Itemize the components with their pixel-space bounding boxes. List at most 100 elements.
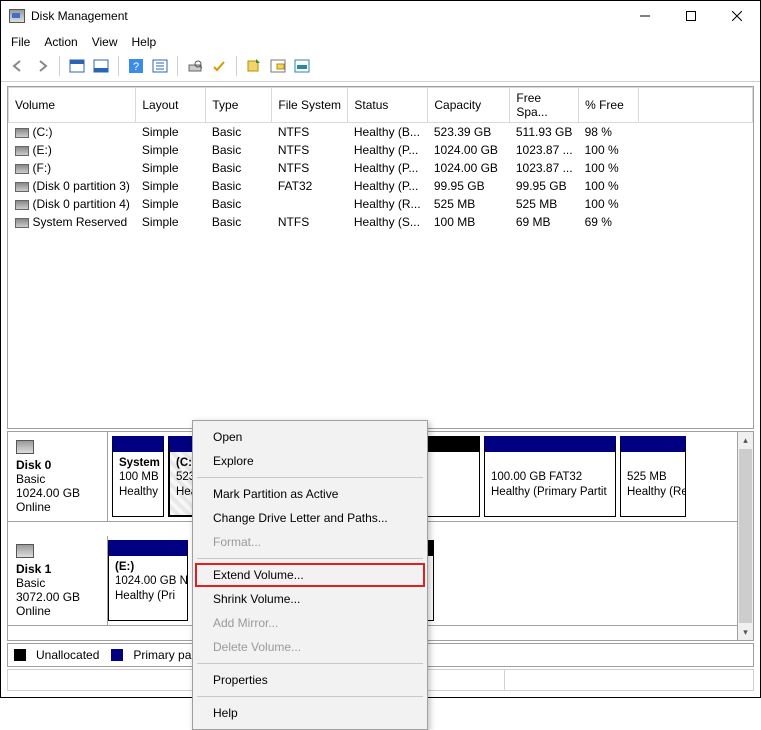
forward-button[interactable]	[31, 55, 53, 77]
table-cell: 100 %	[579, 159, 639, 177]
context-menu-item[interactable]: Mark Partition as Active	[195, 482, 425, 506]
scroll-down-icon[interactable]: ▾	[738, 624, 753, 640]
partition-status: Healthy (Re	[627, 485, 679, 499]
context-menu[interactable]: OpenExplore Mark Partition as ActiveChang…	[192, 420, 428, 730]
legend-label-unallocated: Unallocated	[36, 648, 99, 662]
action1-icon[interactable]	[243, 55, 265, 77]
column-header[interactable]: Capacity	[428, 88, 510, 123]
table-cell: 1023.87 ...	[510, 141, 579, 159]
partition-primary[interactable]: 100.00 GB FAT32Healthy (Primary Partit	[484, 436, 616, 517]
table-cell: Healthy (P...	[348, 177, 428, 195]
maximize-button[interactable]	[668, 1, 714, 31]
context-menu-item: Add Mirror...	[195, 611, 425, 635]
table-row[interactable]: (E:)SimpleBasicNTFSHealthy (P...1024.00 …	[9, 141, 753, 159]
column-header[interactable]: File System	[272, 88, 348, 123]
action3-icon[interactable]	[291, 55, 313, 77]
legend-swatch-primary	[111, 649, 123, 661]
help-icon[interactable]: ?	[125, 55, 147, 77]
table-cell: 525 MB	[510, 195, 579, 213]
minimize-button[interactable]	[622, 1, 668, 31]
table-cell: Healthy (B...	[348, 123, 428, 142]
partition-size: 100.00 GB FAT32	[491, 470, 609, 484]
context-menu-item[interactable]: Extend Volume...	[195, 563, 425, 587]
disk-icon	[16, 544, 34, 558]
context-menu-item[interactable]: Change Drive Letter and Paths...	[195, 506, 425, 530]
table-cell: 100 %	[579, 141, 639, 159]
scroll-thumb[interactable]	[739, 449, 752, 623]
layout-top-icon[interactable]	[66, 55, 88, 77]
table-cell: Healthy (S...	[348, 213, 428, 231]
column-header-spacer	[639, 88, 753, 123]
menu-view[interactable]: View	[92, 35, 118, 49]
table-cell: Basic	[206, 141, 272, 159]
partition-status: Healthy (Primary Partit	[491, 485, 609, 499]
table-cell: 100 MB	[428, 213, 510, 231]
layout-bottom-icon[interactable]	[90, 55, 112, 77]
column-header[interactable]: % Free	[579, 88, 639, 123]
action2-icon[interactable]	[267, 55, 289, 77]
table-row[interactable]: System ReservedSimpleBasicNTFSHealthy (S…	[9, 213, 753, 231]
window-title: Disk Management	[31, 9, 128, 23]
close-button[interactable]	[714, 1, 760, 31]
table-cell: Simple	[136, 123, 206, 142]
table-cell: (E:)	[9, 141, 136, 159]
column-header[interactable]: Layout	[136, 88, 206, 123]
volume-icon	[15, 146, 29, 156]
context-menu-item[interactable]: Shrink Volume...	[195, 587, 425, 611]
partition-primary[interactable]: (E:)1024.00 GB NTFSHealthy (Pri	[108, 540, 188, 621]
partition-title	[627, 456, 679, 470]
column-header[interactable]: Type	[206, 88, 272, 123]
rescan-icon[interactable]	[184, 55, 206, 77]
settings-icon[interactable]	[149, 55, 171, 77]
table-cell: Simple	[136, 141, 206, 159]
context-menu-item: Format...	[195, 530, 425, 554]
disk-header[interactable]: Disk 0Basic1024.00 GBOnline	[8, 432, 108, 521]
vertical-scrollbar[interactable]: ▴ ▾	[738, 431, 754, 641]
table-row[interactable]: (C:)SimpleBasicNTFSHealthy (B...523.39 G…	[9, 123, 753, 142]
partition-status: Healthy	[119, 485, 157, 499]
table-cell	[639, 123, 753, 142]
volume-icon	[15, 164, 29, 174]
disk-size: 3072.00 GB	[16, 590, 101, 604]
table-row[interactable]: (F:)SimpleBasicNTFSHealthy (P...1024.00 …	[9, 159, 753, 177]
context-menu-item[interactable]: Explore	[195, 449, 425, 473]
context-menu-item[interactable]: Properties	[195, 668, 425, 692]
disk-header[interactable]: Disk 1Basic3072.00 GBOnline	[8, 536, 108, 625]
table-row[interactable]: (Disk 0 partition 3)SimpleBasicFAT32Heal…	[9, 177, 753, 195]
table-cell: 1023.87 ...	[510, 159, 579, 177]
table-row[interactable]: (Disk 0 partition 4)SimpleBasicHealthy (…	[9, 195, 753, 213]
table-cell: Healthy (R...	[348, 195, 428, 213]
disk-name: Disk 1	[16, 562, 101, 576]
context-menu-item[interactable]: Help	[195, 701, 425, 725]
partition-size: 525 MB	[627, 470, 679, 484]
context-menu-separator	[197, 558, 423, 559]
table-cell: System Reserved	[9, 213, 136, 231]
column-header[interactable]: Volume	[9, 88, 136, 123]
table-cell: Simple	[136, 213, 206, 231]
table-cell: 100 %	[579, 177, 639, 195]
partition-primary[interactable]: System100 MBHealthy	[112, 436, 164, 517]
scroll-up-icon[interactable]: ▴	[738, 432, 753, 448]
table-cell	[639, 141, 753, 159]
table-cell: FAT32	[272, 177, 348, 195]
volume-icon	[15, 200, 29, 210]
window-title-group: Disk Management	[7, 9, 622, 23]
column-header[interactable]: Free Spa...	[510, 88, 579, 123]
table-cell: 99.95 GB	[510, 177, 579, 195]
column-header[interactable]: Status	[348, 88, 428, 123]
table-cell: Basic	[206, 195, 272, 213]
toolbar: ?	[1, 53, 760, 82]
menu-action[interactable]: Action	[44, 35, 77, 49]
back-button[interactable]	[7, 55, 29, 77]
context-menu-item[interactable]: Open	[195, 425, 425, 449]
partition-primary[interactable]: 525 MBHealthy (Re	[620, 436, 686, 517]
table-cell: Simple	[136, 159, 206, 177]
table-cell: Simple	[136, 195, 206, 213]
table-cell: (F:)	[9, 159, 136, 177]
titlebar: Disk Management	[1, 1, 760, 31]
commit-icon[interactable]	[208, 55, 230, 77]
disk-type: Basic	[16, 472, 101, 486]
menu-help[interactable]: Help	[132, 35, 157, 49]
table-cell: 1024.00 GB	[428, 159, 510, 177]
menu-file[interactable]: File	[11, 35, 30, 49]
